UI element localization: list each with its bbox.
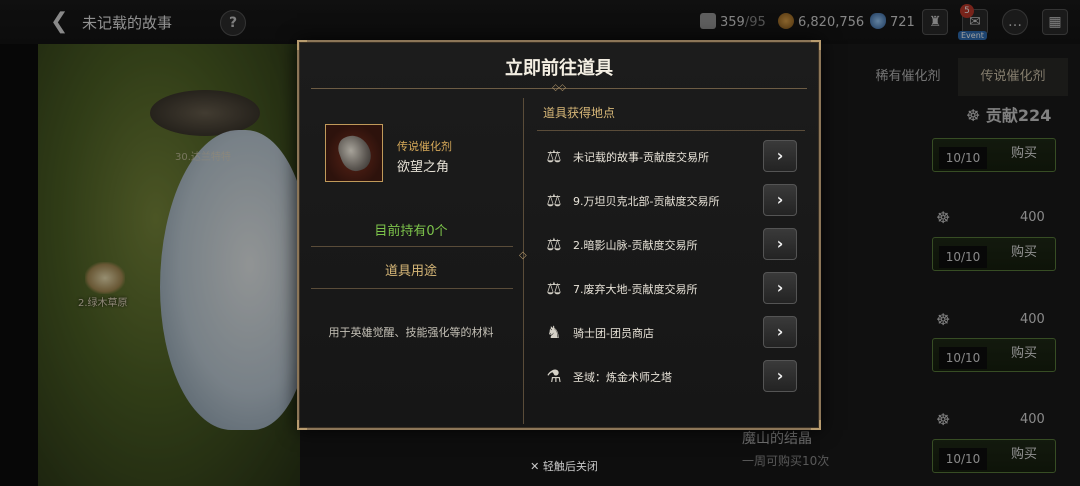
usage-description: 用于英雄觉醒、技能强化等的材料 (328, 326, 494, 339)
tap-to-close-hint[interactable]: ✕ 轻触后关闭 (0, 458, 1080, 474)
dialog-title: 立即前往道具 (505, 58, 613, 79)
alchemist-icon: ⚗ (546, 367, 562, 387)
column-divider (523, 98, 524, 424)
go-to-source-button[interactable]: › (763, 228, 797, 260)
frame-corner (811, 40, 821, 50)
scale-icon: ⚖ (546, 235, 562, 255)
go-to-source-button[interactable]: › (763, 140, 797, 172)
source-label: 骑士团-团员商店 (573, 327, 654, 340)
scale-icon: ⚖ (546, 191, 562, 211)
section-divider (537, 130, 805, 131)
item-source-dialog: 立即前往道具 ◇◇ ◇ 传说催化剂 欲望之角 目前持有0个 道具用途 用于英雄觉… (297, 40, 821, 430)
scale-icon: ⚖ (546, 147, 562, 167)
item-icon (325, 124, 383, 182)
source-item[interactable]: ⚖ 2.暗影山脉-贡献度交易所 › (537, 228, 801, 262)
go-to-source-button[interactable]: › (763, 360, 797, 392)
source-item[interactable]: ⚖ 未记载的故事-贡献度交易所 › (537, 140, 801, 174)
go-to-source-button[interactable]: › (763, 316, 797, 348)
usage-heading: 道具用途 (384, 264, 437, 279)
item-name: 欲望之角 (397, 160, 450, 175)
source-item[interactable]: ♞ 骑士团-团员商店 › (537, 316, 801, 350)
go-to-source-button[interactable]: › (763, 184, 797, 216)
scale-icon: ⚖ (546, 279, 562, 299)
source-label: 圣域：炼金术师之塔 (573, 371, 672, 384)
source-label: 未记载的故事-贡献度交易所 (573, 151, 709, 164)
source-item[interactable]: ⚖ 9.万坦贝克北部-贡献度交易所 › (537, 184, 801, 218)
holding-count: 目前持有0个 (374, 224, 448, 239)
item-category: 传说催化剂 (397, 140, 452, 153)
knight-shop-icon: ♞ (546, 323, 562, 343)
source-label: 7.废弃大地-贡献度交易所 (573, 283, 698, 296)
source-item[interactable]: ⚖ 7.废弃大地-贡献度交易所 › (537, 272, 801, 306)
go-to-source-button[interactable]: › (763, 272, 797, 304)
source-label: 9.万坦贝克北部-贡献度交易所 (573, 195, 720, 208)
divider-ornament-icon: ◇◇ (552, 83, 566, 93)
frame-corner (811, 420, 821, 430)
section-divider (311, 288, 513, 289)
sources-heading: 道具获得地点 (543, 106, 616, 120)
frame-corner (297, 420, 307, 430)
frame-corner (297, 40, 307, 50)
section-divider (311, 246, 513, 247)
horn-icon (334, 130, 376, 176)
source-label: 2.暗影山脉-贡献度交易所 (573, 239, 698, 252)
source-item[interactable]: ⚗ 圣域：炼金术师之塔 › (537, 360, 801, 394)
